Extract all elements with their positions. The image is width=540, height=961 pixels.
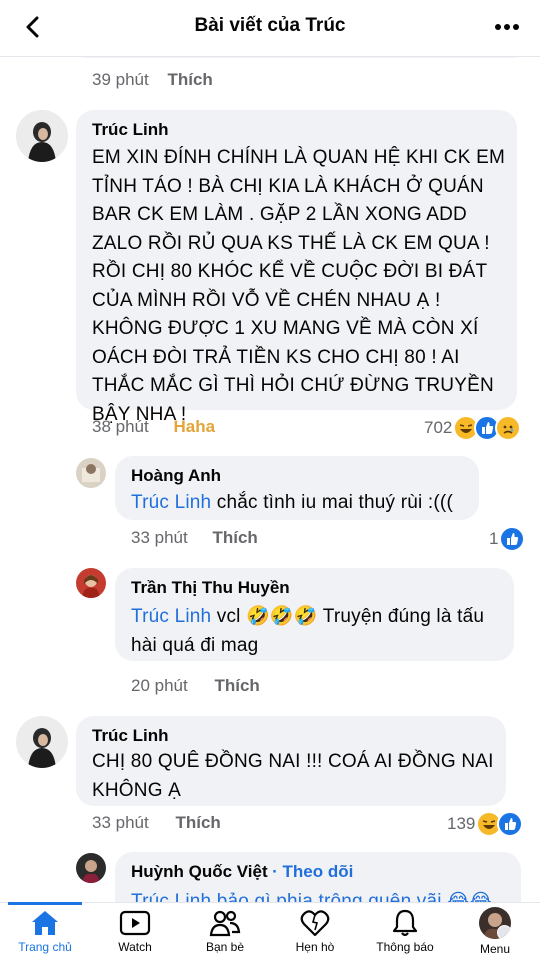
like-button[interactable]: Thích bbox=[175, 813, 220, 832]
comment-author[interactable]: Trần Thị Thu Huyền bbox=[131, 578, 290, 598]
nav-label: Watch bbox=[118, 940, 152, 954]
comment-meta: 38 phút Haha bbox=[92, 417, 215, 437]
more-dots-icon bbox=[495, 24, 519, 30]
nav-menu[interactable]: Menu bbox=[450, 903, 540, 961]
menu-avatar bbox=[479, 907, 511, 939]
comment-author[interactable]: Hoàng Anh bbox=[131, 466, 221, 486]
comment-time: 33 phút bbox=[131, 528, 188, 547]
top-bar: Bài viết của Trúc bbox=[0, 0, 540, 57]
comment-author[interactable]: Trúc Linh bbox=[92, 726, 169, 746]
reaction-count: 1 bbox=[489, 529, 499, 548]
comment-text: CHỊ 80 QUÊ ĐỒNG NAI !!! COÁ AI ĐỒNG NAI … bbox=[92, 751, 494, 801]
comment-bubble: Trúc Linh EM XIN ĐÍNH CHÍNH LÀ QUAN HỆ K… bbox=[76, 110, 517, 425]
home-icon bbox=[32, 911, 58, 935]
comment-time: 20 phút bbox=[131, 676, 188, 695]
avatar[interactable] bbox=[76, 568, 106, 598]
menu-badge-icon bbox=[497, 925, 511, 939]
comment-time: 38 phút bbox=[92, 417, 149, 436]
reaction-count: 139 bbox=[447, 814, 476, 833]
previous-comment-meta: 39 phút Thích bbox=[92, 70, 213, 90]
like-reaction-icon bbox=[499, 526, 526, 552]
like-button[interactable]: Thích bbox=[214, 676, 259, 695]
comment-text-line-1: Trúc Linh vcl 🤣🤣🤣 Truyện đúng là tấu bbox=[131, 603, 484, 632]
nav-home[interactable]: Trang chủ bbox=[0, 902, 90, 961]
comments-list: 39 phút Thích Trúc Linh EM XIN ĐÍNH CHÍN… bbox=[0, 56, 540, 902]
comment-bubble: Trúc Linh CHỊ 80 QUÊ ĐỒNG NAI !!! COÁ AI… bbox=[76, 716, 506, 806]
avatar[interactable] bbox=[76, 458, 106, 488]
follow-link[interactable]: · Theo dõi bbox=[272, 862, 353, 881]
like-button[interactable]: Thích bbox=[167, 70, 212, 89]
mention-link[interactable]: Trúc Linh bbox=[131, 492, 211, 513]
comment-body: vcl 🤣🤣🤣 Truyện đúng là tấu bbox=[211, 606, 485, 627]
nav-notifications[interactable]: Thông báo bbox=[360, 903, 450, 961]
more-options-button[interactable] bbox=[494, 18, 520, 36]
nav-label: Bạn bè bbox=[205, 940, 245, 954]
comment-text-partial: Trúc Linh bảo gì phịa trông quên vãi 😂😂 bbox=[131, 891, 492, 902]
comment-meta: 33 phút Thích bbox=[92, 813, 221, 833]
reply-bubble: Huỳnh Quốc Việt · Theo dõi Trúc Linh bảo… bbox=[115, 852, 521, 902]
like-button[interactable]: Thích bbox=[212, 528, 257, 547]
comment-meta: 20 phút Thích bbox=[131, 676, 260, 696]
nav-label: Hẹn hò bbox=[295, 940, 335, 954]
avatar[interactable] bbox=[16, 716, 68, 768]
comment-header: Huỳnh Quốc Việt · Theo dõi bbox=[131, 862, 353, 882]
nav-watch[interactable]: Watch bbox=[90, 903, 180, 961]
comment-text: Trúc Linh chắc tình iu mai thuý rùi :((( bbox=[131, 489, 453, 518]
nav-label: Thông báo bbox=[376, 940, 434, 954]
comment-time: 33 phút bbox=[92, 813, 149, 832]
comment-author[interactable]: Trúc Linh bbox=[92, 120, 169, 140]
avatar[interactable] bbox=[16, 110, 68, 162]
reaction-summary[interactable]: 702 bbox=[424, 415, 522, 441]
reaction-count: 702 bbox=[424, 418, 453, 437]
page-title: Bài viết của Trúc bbox=[194, 15, 346, 36]
comment-text: EM XIN ĐÍNH CHÍNH LÀ QUAN HỆ KHI CK EM T… bbox=[92, 147, 505, 425]
friends-icon bbox=[209, 910, 241, 937]
dating-icon bbox=[300, 910, 330, 937]
reply-bubble: Trần Thị Thu Huyền Trúc Linh vcl 🤣🤣🤣 Tru… bbox=[115, 568, 514, 661]
watch-icon bbox=[119, 910, 151, 936]
nav-label: Trang chủ bbox=[18, 940, 72, 954]
sad-reaction-icon bbox=[495, 415, 522, 441]
bell-icon bbox=[392, 909, 418, 937]
like-reaction-icon bbox=[497, 811, 524, 837]
comment-text-line-2: hài quá đi mag bbox=[131, 635, 259, 656]
reaction-summary[interactable]: 1 bbox=[489, 526, 526, 552]
bottom-navigation: Trang chủ Watch Bạn bè Hẹn hò Thông báo … bbox=[0, 902, 540, 961]
avatar[interactable] bbox=[76, 853, 106, 883]
comment-time: 39 phút bbox=[92, 70, 149, 89]
comment-meta: 33 phút Thích bbox=[131, 528, 258, 548]
mention-link[interactable]: Trúc Linh bbox=[131, 606, 211, 627]
nav-friends[interactable]: Bạn bè bbox=[180, 903, 270, 961]
nav-label: Menu bbox=[479, 942, 511, 956]
reaction-summary[interactable]: 139 bbox=[447, 811, 524, 837]
comment-body: chắc tình iu mai thuý rùi :((( bbox=[211, 492, 453, 513]
comment-author[interactable]: Huỳnh Quốc Việt bbox=[131, 862, 268, 881]
nav-dating[interactable]: Hẹn hò bbox=[270, 903, 360, 961]
reply-bubble: Hoàng Anh Trúc Linh chắc tình iu mai thu… bbox=[115, 456, 479, 520]
reaction-haha-button[interactable]: Haha bbox=[173, 417, 215, 436]
